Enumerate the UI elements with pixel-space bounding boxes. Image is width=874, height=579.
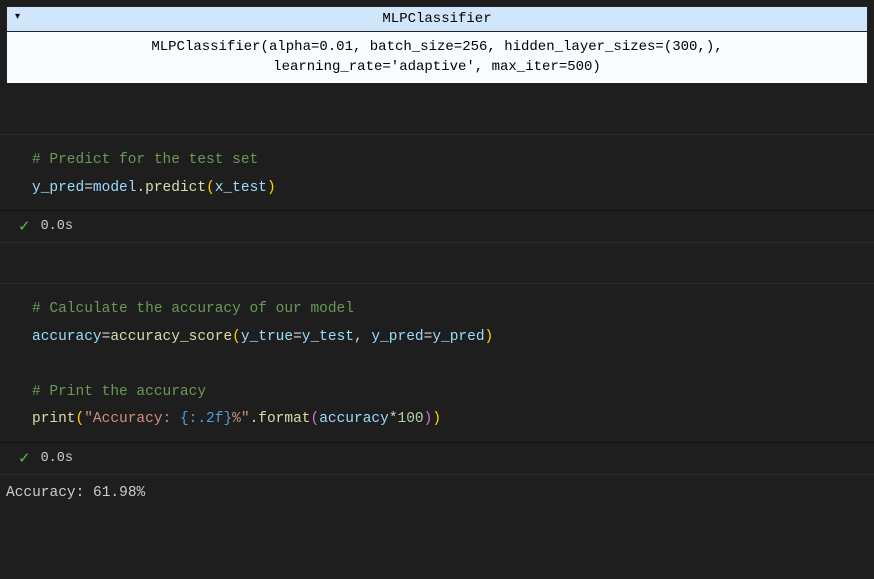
model-repr-header[interactable]: ▾ MLPClassifier <box>7 7 867 32</box>
cell-status: ✓ 0.0s <box>0 443 874 475</box>
code-cell: # Calculate the accuracy of our model ac… <box>0 283 874 507</box>
code-cell: # Predict for the test set y_pred=model.… <box>0 134 874 243</box>
model-repr-output: ▾ MLPClassifier MLPClassifier(alpha=0.01… <box>6 6 868 84</box>
execution-time: 0.0s <box>41 451 73 466</box>
collapse-icon[interactable]: ▾ <box>15 11 20 23</box>
code-comment: # Predict for the test set <box>32 152 258 168</box>
cell-status: ✓ 0.0s <box>0 211 874 243</box>
code-line: y_pred=model.predict(x_test) <box>32 175 874 203</box>
code-comment: # Print the accuracy <box>32 384 206 400</box>
code-line: print("Accuracy: {:.2f}%".format(accurac… <box>32 406 874 434</box>
code-comment: # Calculate the accuracy of our model <box>32 301 354 317</box>
stdout-output: Accuracy: 61.98% <box>0 475 874 507</box>
code-line: accuracy=accuracy_score(y_true=y_test, y… <box>32 324 874 352</box>
model-name: MLPClassifier <box>382 11 491 27</box>
code-editor[interactable]: # Predict for the test set y_pred=model.… <box>0 134 874 211</box>
check-icon: ✓ <box>18 217 31 236</box>
code-editor[interactable]: # Calculate the accuracy of our model ac… <box>0 283 874 443</box>
execution-time: 0.0s <box>41 219 73 234</box>
model-repr-body: MLPClassifier(alpha=0.01, batch_size=256… <box>7 32 867 83</box>
check-icon: ✓ <box>18 449 31 468</box>
